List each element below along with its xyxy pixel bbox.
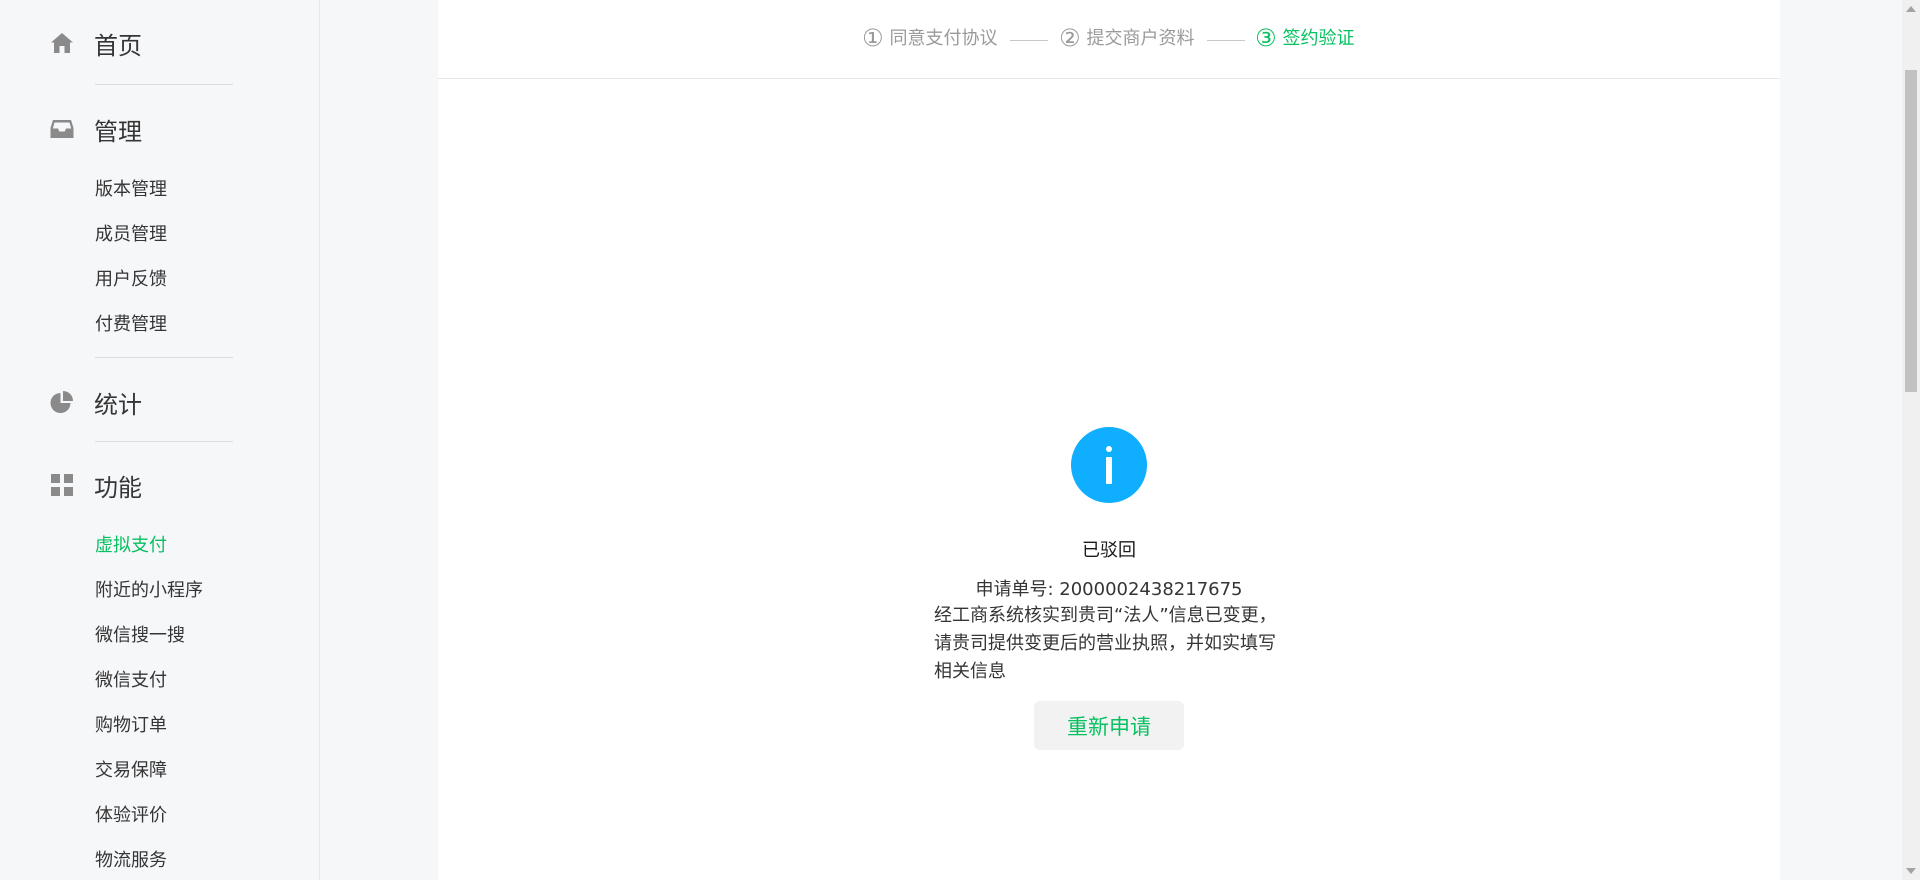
home-icon [51, 33, 73, 53]
result-title: 已驳回 [1082, 540, 1136, 561]
scroll-up-arrow-icon[interactable] [1906, 6, 1916, 12]
steps-bar: ① 同意支付协议 ② 提交商户资料 ③ 签约验证 [438, 0, 1780, 79]
sidebar-item-logistics[interactable]: 物流服务 [95, 849, 167, 873]
nav-group-label: 首页 [94, 31, 142, 60]
result-description: 经工商系统核实到贵司“法人”信息已变更，请贵司提供变更后的营业执照，并如实填写相… [934, 605, 1277, 682]
nav-group-features[interactable]: 功能 [48, 467, 142, 503]
sidebar-item-shopping-orders[interactable]: 购物订单 [95, 714, 167, 738]
sidebar-item-experience-review[interactable]: 体验评价 [95, 804, 167, 828]
vertical-scrollbar[interactable] [1902, 0, 1920, 880]
step-number: ① [862, 24, 884, 52]
nav-group-manage[interactable]: 管理 [48, 111, 142, 147]
divider [95, 84, 233, 85]
nav-group-label: 功能 [94, 473, 142, 502]
scroll-thumb[interactable] [1905, 70, 1917, 392]
reapply-button[interactable]: 重新申请 [1034, 701, 1184, 750]
step-number: ② [1059, 24, 1081, 52]
sidebar: 首页 管理 版本管理 成员管理 用户反馈 付费管理 统计 功能 虚拟支付 附近的… [0, 0, 320, 880]
inbox-icon [50, 120, 74, 138]
application-number: 申请单号: 2000002438217675 [975, 579, 1243, 600]
sidebar-item-version-manage[interactable]: 版本管理 [95, 178, 167, 202]
step-separator [1010, 40, 1048, 41]
scroll-down-arrow-icon[interactable] [1906, 868, 1916, 874]
step-3: ③ 签约验证 [1255, 24, 1355, 53]
sidebar-item-payment-manage[interactable]: 付费管理 [95, 313, 167, 337]
sidebar-item-virtual-payment[interactable]: 虚拟支付 [95, 534, 167, 558]
sidebar-item-nearby-miniprogram[interactable]: 附近的小程序 [95, 579, 203, 603]
sidebar-item-wechat-pay[interactable]: 微信支付 [95, 669, 167, 693]
nav-group-label: 管理 [94, 117, 142, 146]
sidebar-item-wechat-search[interactable]: 微信搜一搜 [95, 624, 185, 648]
main-content: ① 同意支付协议 ② 提交商户资料 ③ 签约验证 已驳回 申请单号: 20000024… [438, 0, 1780, 880]
nav-group-stats[interactable]: 统计 [48, 384, 142, 420]
grid-icon [51, 474, 73, 496]
info-icon [1071, 427, 1147, 503]
divider [95, 441, 233, 442]
step-separator [1207, 40, 1245, 41]
pie-chart-icon [50, 391, 73, 413]
step-number: ③ [1255, 24, 1277, 52]
divider [95, 357, 233, 358]
nav-group-home[interactable]: 首页 [48, 25, 142, 61]
info-icon-bar [1106, 457, 1112, 484]
sidebar-item-member-manage[interactable]: 成员管理 [95, 223, 167, 247]
step-1: ① 同意支付协议 [862, 24, 998, 53]
step-label: 同意支付协议 [889, 28, 998, 49]
sidebar-item-user-feedback[interactable]: 用户反馈 [95, 268, 167, 292]
sidebar-item-trade-guarantee[interactable]: 交易保障 [95, 759, 167, 783]
info-icon-dot [1106, 446, 1112, 452]
step-label: 提交商户资料 [1086, 28, 1195, 49]
nav-group-label: 统计 [94, 390, 142, 419]
step-label: 签约验证 [1282, 28, 1355, 49]
app-root: 首页 管理 版本管理 成员管理 用户反馈 付费管理 统计 功能 虚拟支付 附近的… [0, 0, 1920, 880]
step-2: ② 提交商户资料 [1059, 24, 1195, 53]
